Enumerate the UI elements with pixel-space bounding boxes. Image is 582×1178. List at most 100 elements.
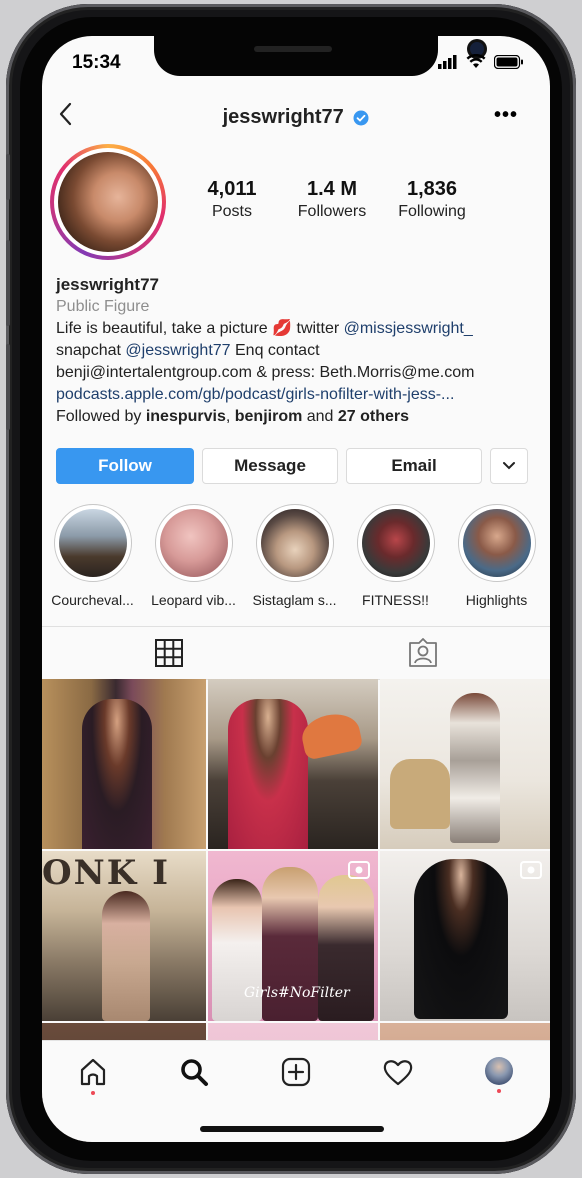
post-figure [228,699,308,849]
notch [154,36,484,76]
stat-following[interactable]: 1,836 Following [382,178,482,221]
avatar[interactable] [50,144,166,260]
bio-text: snapchat [56,342,126,359]
bio-text: Life is beautiful, take a picture 💋 twit… [56,320,344,337]
profile-stats: 4,011 Posts 1.4 M Followers 1,836 Follow… [182,178,482,221]
highlight-label: Highlights [465,592,528,608]
followed-sep: , [225,408,235,425]
stat-label: Following [398,203,466,220]
tab-tagged[interactable] [296,627,550,679]
bio-line: Life is beautiful, take a picture 💋 twit… [56,318,542,340]
verified-icon [353,110,369,126]
post-caption-text: ONK I [42,853,170,893]
heart-icon [383,1060,412,1086]
stat-value: 4,011 [207,178,257,200]
profile-actions: Follow Message Email [56,448,528,484]
signal-icon [438,54,457,69]
stat-label: Followers [297,203,367,220]
notification-dot [90,1091,95,1095]
profile-header: jesswright77 ••• [42,94,550,138]
volume-up-button [6,240,10,326]
post-thumbnail[interactable]: ONK I [42,851,206,1021]
stat-label: Posts [211,203,252,220]
highlight-item[interactable]: FITNESS!! [345,504,446,612]
tagged-icon [409,638,437,667]
avatar-border [54,148,162,256]
video-icon [520,861,542,879]
mute-switch [6,154,10,200]
story-highlights: Courcheval... Leopard vib... Sistaglam s… [42,504,550,612]
message-button[interactable]: Message [202,448,338,484]
post-pizza [298,709,364,761]
highlight-label: Leopard vib... [151,592,236,608]
battery-icon [494,54,523,69]
status-icons [438,54,524,69]
screen: 15:34 jesswright77 ••• 4,011 Posts 1.4 M… [42,36,550,1142]
suggested-dropdown-button[interactable] [490,448,528,484]
highlight-ring [457,504,536,582]
profile-bio: jesswright77 Public Figure Life is beaut… [56,274,542,428]
stat-followers[interactable]: 1.4 M Followers [282,178,382,221]
highlight-ring [53,504,132,582]
notification-dot [497,1089,502,1093]
post-thumbnail[interactable] [42,679,206,849]
profile-icon [485,1057,514,1085]
more-icon[interactable]: ••• [494,104,518,127]
highlight-item[interactable]: Highlights [446,504,547,612]
highlight-cover [462,509,531,577]
post-chair [390,759,450,829]
highlight-cover [58,509,127,577]
post-thumbnail[interactable] [380,851,550,1021]
followed-user: benjirom [234,408,303,425]
stat-value: 1,836 [406,178,458,200]
followed-and: and [302,408,338,425]
bio-line: snapchat @jesswright77 Enq contact [56,340,542,362]
followed-prefix: Followed by [56,408,146,425]
wifi-icon [466,54,486,68]
post-figure [414,859,508,1019]
highlight-ring [154,504,233,582]
nav-home[interactable] [42,1041,144,1142]
highlight-cover [159,509,228,577]
email-button[interactable]: Email [346,448,482,484]
followed-others: 27 others [337,408,410,425]
highlight-item[interactable]: Sistaglam s... [244,504,345,612]
followed-user: inespurvis [145,408,226,425]
grid-icon [155,639,183,667]
add-icon [281,1057,311,1087]
status-time: 15:34 [72,52,121,73]
post-figure [102,891,150,1021]
profile-tabs [42,626,550,680]
post-thumbnail[interactable]: Girls#NoFilter [208,851,378,1021]
highlight-item[interactable]: Courcheval... [42,504,143,612]
highlight-cover [260,509,329,577]
stat-value: 1.4 M [306,178,358,200]
highlight-label: Courcheval... [51,592,134,608]
highlight-item[interactable]: Leopard vib... [143,504,244,612]
speaker [254,46,332,52]
post-thumbnail[interactable] [380,679,550,849]
home-indicator [200,1126,384,1132]
search-icon [181,1059,209,1086]
followed-by[interactable]: Followed by inespurvis, benjirom and 27 … [56,406,542,428]
twitter-link[interactable]: @missjesswright_ [344,320,473,337]
stat-posts[interactable]: 4,011 Posts [182,178,282,221]
highlight-label: Sistaglam s... [252,592,337,608]
post-figure [82,699,152,849]
header-username: jesswright77 [42,106,550,129]
profile-category: Public Figure [56,298,150,315]
post-caption-text: Girls#NoFilter [244,985,350,1001]
snapchat-link[interactable]: @jesswright77 [125,342,230,359]
bio-text: Enq contact [230,342,320,359]
highlight-ring [255,504,334,582]
profile-name: jesswright77 [56,275,159,294]
website-link[interactable]: podcasts.apple.com/gb/podcast/girls-nofi… [56,384,542,406]
tab-grid[interactable] [42,627,296,679]
highlight-label: FITNESS!! [362,592,429,608]
avatar-image [58,152,158,252]
post-thumbnail[interactable] [208,679,378,849]
bio-contact: benji@intertalentgroup.com & press: Beth… [56,364,475,381]
follow-button[interactable]: Follow [56,448,194,484]
nav-profile[interactable] [448,1041,550,1142]
video-icon [348,861,370,879]
